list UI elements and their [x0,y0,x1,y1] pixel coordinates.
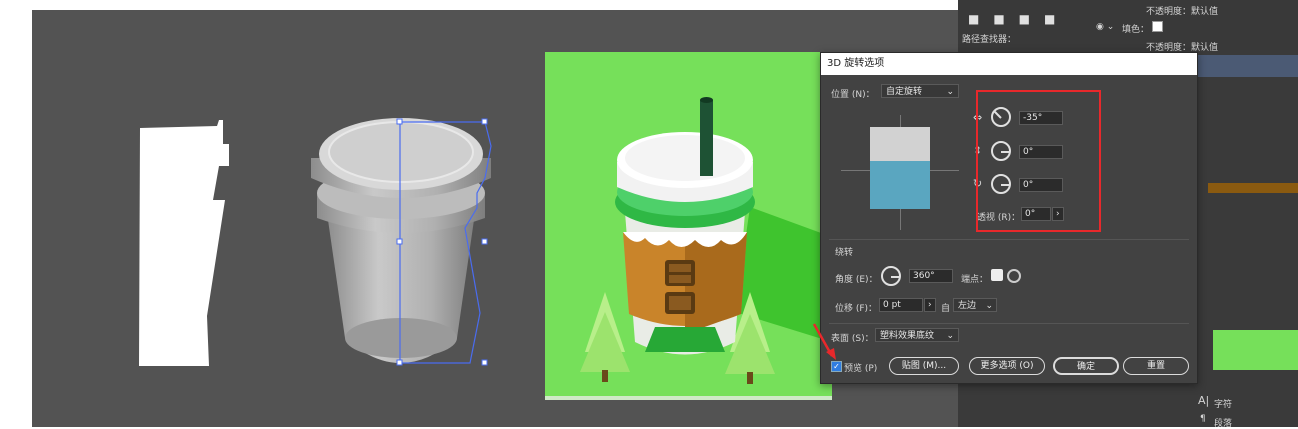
angle-label: 角度 (E)： [835,275,878,285]
from-select[interactable]: 左边 ⌄ [953,298,997,312]
chevron-down-icon: ⌄ [946,331,954,341]
red-arrow-annotation [812,323,836,360]
revolve-section-label: 绕转 [835,248,854,258]
ok-button[interactable]: 确定 [1053,357,1119,375]
pathfinder-label: 路径查找器： [962,35,1017,45]
position-select[interactable]: 自定旋转 ⌄ [881,84,959,98]
offset-label: 位移 (F)： [835,304,878,314]
paragraph-label[interactable]: 段落 [1214,416,1232,429]
from-label: 自 [941,304,951,314]
position-select-value: 自定旋转 [886,87,923,97]
preview-label[interactable]: 预览 (P) [844,361,877,374]
offset-arrow-button[interactable]: › [924,298,936,312]
more-options-button[interactable]: 更多选项 (O) [969,357,1045,375]
revolve-angle-dial[interactable] [881,266,901,286]
green-cup-illustration [545,52,832,400]
fill-label: 填色： [1122,25,1150,35]
surface-select-value: 塑料效果底纹 [880,331,935,341]
opacity-label-1: 不透明度：默认值 [1146,7,1219,17]
reset-button[interactable]: 重置 [1123,357,1189,375]
from-select-value: 左边 [958,301,977,311]
dialog-title: 3D 旋转选项 [821,53,1197,75]
divider [829,323,1189,324]
cap-label: 端点： [961,275,989,285]
highlight-box [976,90,1101,232]
offset-field[interactable]: 0 pt [879,298,923,312]
cap-off-icon[interactable] [1007,269,1021,283]
preview-checkbox[interactable]: ✓ [831,361,842,372]
angle-field[interactable]: 360° [909,269,953,283]
profile-shape [139,120,229,366]
rotation-cube-preview[interactable] [841,115,959,230]
chevron-down-icon: ⌄ [985,301,993,311]
char-label[interactable]: 字符 [1214,397,1232,410]
position-label: 位置 (N)： [831,90,875,100]
eye-icon[interactable]: ◉ ⌄ [1096,22,1114,32]
pathfinder-icons: ■■■■ [968,12,1070,26]
char-icon[interactable]: A| [1198,394,1209,407]
map-button[interactable]: 贴图 (M)... [889,357,959,375]
surface-select[interactable]: 塑料效果底纹 ⌄ [875,328,959,342]
gray-cup-3d [311,118,492,366]
paragraph-icon[interactable]: ¶ [1200,414,1206,424]
divider [829,239,1189,240]
cap-on-icon[interactable] [991,269,1003,281]
fill-swatch[interactable] [1152,21,1163,32]
chevron-down-icon: ⌄ [946,87,954,97]
